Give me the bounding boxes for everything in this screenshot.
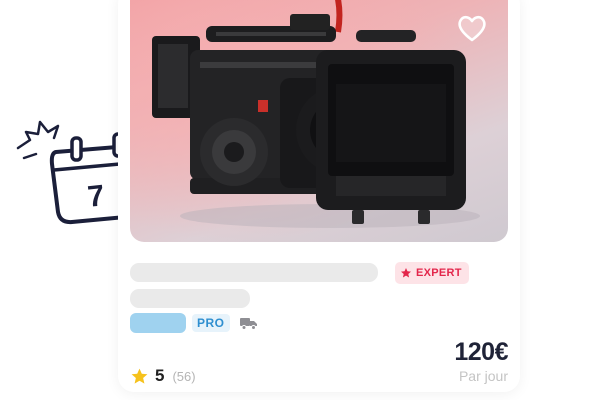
product-card[interactable] bbox=[118, 0, 520, 392]
subtitle-placeholder bbox=[130, 289, 250, 308]
title-placeholder bbox=[130, 263, 378, 282]
expert-badge: EXPERT bbox=[395, 262, 469, 284]
product-photo[interactable] bbox=[130, 0, 508, 242]
star-icon bbox=[131, 368, 148, 384]
rating: 5 (56) bbox=[130, 366, 196, 386]
category-placeholder-pill bbox=[130, 313, 186, 333]
rating-score: 5 bbox=[155, 366, 165, 385]
pro-badge: PRO bbox=[192, 314, 230, 332]
camera-rig-image bbox=[130, 0, 508, 242]
expert-badge-label: EXPERT bbox=[416, 267, 462, 279]
listing-stage: 7 EXPERT PRO 5 (56) 120€ Par jour bbox=[0, 0, 600, 400]
heart-icon[interactable] bbox=[455, 11, 489, 45]
price: 120€ bbox=[454, 338, 508, 366]
star-icon bbox=[401, 268, 411, 278]
calendar-day-number: 7 bbox=[86, 179, 106, 214]
truck-icon bbox=[240, 318, 257, 330]
review-count: (56) bbox=[172, 368, 196, 384]
price-period: Par jour bbox=[458, 368, 508, 384]
